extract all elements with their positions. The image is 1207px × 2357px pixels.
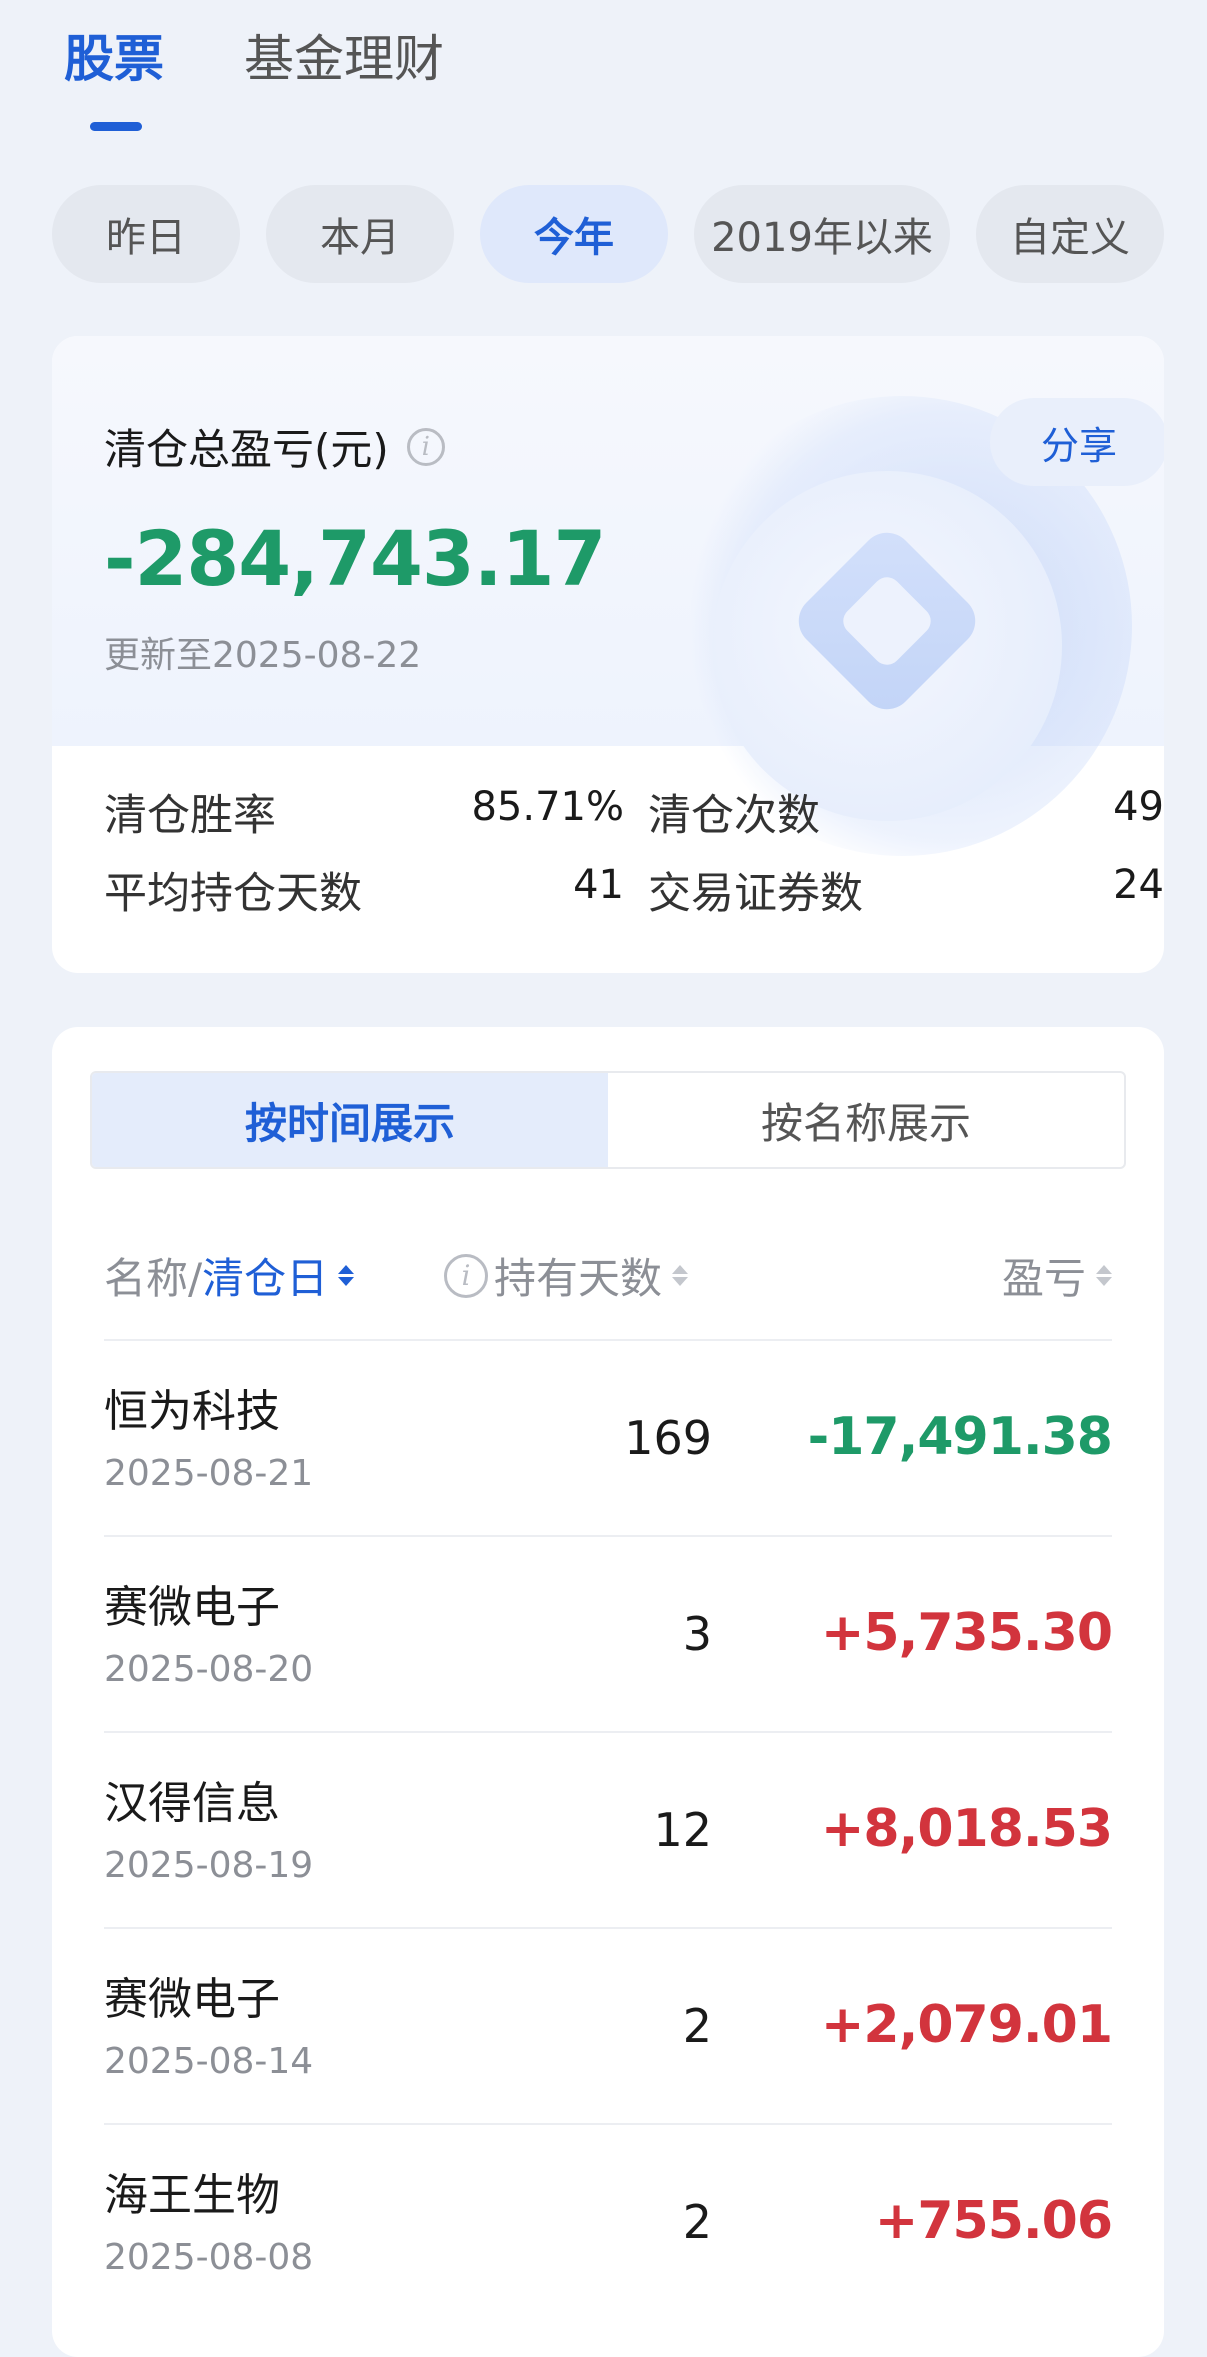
column-date-label: 清仓日 — [202, 1254, 329, 1303]
tab-stocks-label: 股票 — [64, 30, 164, 88]
stat-securities-label: 交易证券数 — [648, 869, 863, 919]
position-row[interactable]: 恒为科技 2025-08-21 169 -17,491.38 — [104, 1339, 1113, 1535]
pnl-value: +2,079.01 — [820, 1995, 1113, 2055]
sort-icon — [338, 1265, 355, 1286]
share-button[interactable]: 分享 — [990, 398, 1164, 486]
column-header-pnl[interactable]: 盈亏 — [1002, 1245, 1112, 1306]
info-icon[interactable]: i — [444, 1253, 488, 1298]
closed-positions-card: 按时间展示 按名称展示 名称/ 清仓日 i 持有天数 盈亏 恒为科技 2025-… — [52, 1027, 1164, 2357]
position-row[interactable]: 海王生物 2025-08-08 2 +755.06 — [104, 2123, 1113, 2319]
stat-avg-days-value: 41 — [573, 862, 624, 908]
summary-title-label: 清仓总盈亏(元) — [104, 425, 389, 474]
column-pnl-label: 盈亏 — [1001, 1254, 1086, 1303]
stock-name: 恒为科技 — [104, 1386, 280, 1437]
tab-funds[interactable]: 基金理财 — [244, 24, 444, 114]
stat-win-rate-value: 85.71% — [471, 784, 624, 830]
total-pnl-value: -284,743.17 — [104, 514, 606, 603]
holding-days: 3 — [682, 1607, 712, 1661]
column-header-name-date[interactable]: 名称/ 清仓日 — [104, 1245, 355, 1306]
sort-icon — [672, 1265, 689, 1286]
stat-close-count-value: 49 — [1113, 784, 1164, 830]
stock-name: 赛微电子 — [104, 1582, 280, 1633]
top-tab-bar: 股票 基金理财 — [64, 24, 444, 131]
close-date: 2025-08-21 — [104, 1453, 314, 1494]
column-days-label: 持有天数 — [494, 1254, 663, 1303]
view-by-name-button[interactable]: 按名称展示 — [608, 1073, 1124, 1167]
period-filter: 昨日 本月 今年 2019年以来 自定义 — [52, 185, 1164, 283]
close-date: 2025-08-14 — [104, 2041, 314, 2082]
period-chip-since-2019[interactable]: 2019年以来 — [694, 185, 950, 283]
position-row[interactable]: 赛微电子 2025-08-14 2 +2,079.01 — [104, 1927, 1113, 2123]
close-date: 2025-08-08 — [104, 2237, 314, 2278]
info-icon[interactable]: i — [406, 427, 445, 466]
stat-win-rate-label: 清仓胜率 — [104, 791, 276, 841]
column-name-label: 名称/ — [104, 1254, 203, 1303]
stock-name: 海王生物 — [104, 2170, 280, 2221]
view-toggle: 按时间展示 按名称展示 — [90, 1071, 1126, 1169]
active-tab-indicator — [90, 122, 142, 131]
tab-funds-label: 基金理财 — [244, 30, 444, 88]
pnl-value: +5,735.30 — [820, 1603, 1113, 1663]
pnl-value: +755.06 — [874, 2191, 1113, 2251]
position-row[interactable]: 汉得信息 2025-08-19 12 +8,018.53 — [104, 1731, 1113, 1927]
period-chip-month[interactable]: 本月 — [266, 185, 454, 283]
holding-days: 169 — [624, 1411, 712, 1465]
stock-name: 赛微电子 — [104, 1974, 280, 2025]
column-header-days[interactable]: i 持有天数 — [444, 1245, 689, 1306]
holding-days: 2 — [682, 1999, 712, 2053]
period-chip-custom[interactable]: 自定义 — [976, 185, 1164, 283]
position-row[interactable]: 赛微电子 2025-08-20 3 +5,735.30 — [104, 1535, 1113, 1731]
view-by-time-button[interactable]: 按时间展示 — [92, 1073, 608, 1167]
positions-list: 恒为科技 2025-08-21 169 -17,491.38 赛微电子 2025… — [104, 1339, 1113, 2319]
holding-days: 2 — [682, 2195, 712, 2249]
stat-avg-days-label: 平均持仓天数 — [104, 869, 362, 919]
pnl-value: -17,491.38 — [807, 1407, 1113, 1467]
stat-close-count-label: 清仓次数 — [648, 791, 820, 841]
close-date: 2025-08-19 — [104, 1845, 314, 1886]
stock-name: 汉得信息 — [104, 1778, 280, 1829]
update-date: 更新至2025-08-22 — [104, 635, 422, 676]
tab-stocks[interactable]: 股票 — [64, 24, 164, 131]
holding-days: 12 — [653, 1803, 712, 1857]
period-chip-yesterday[interactable]: 昨日 — [52, 185, 240, 283]
close-date: 2025-08-20 — [104, 1649, 314, 1690]
summary-card: 分享 清仓总盈亏(元) i -284,743.17 更新至2025-08-22 … — [52, 336, 1164, 973]
summary-title: 清仓总盈亏(元) i — [104, 416, 445, 477]
period-chip-year[interactable]: 今年 — [480, 185, 668, 283]
stat-securities-value: 24 — [1113, 862, 1164, 908]
sort-icon — [1096, 1265, 1112, 1286]
pnl-value: +8,018.53 — [820, 1799, 1113, 1859]
